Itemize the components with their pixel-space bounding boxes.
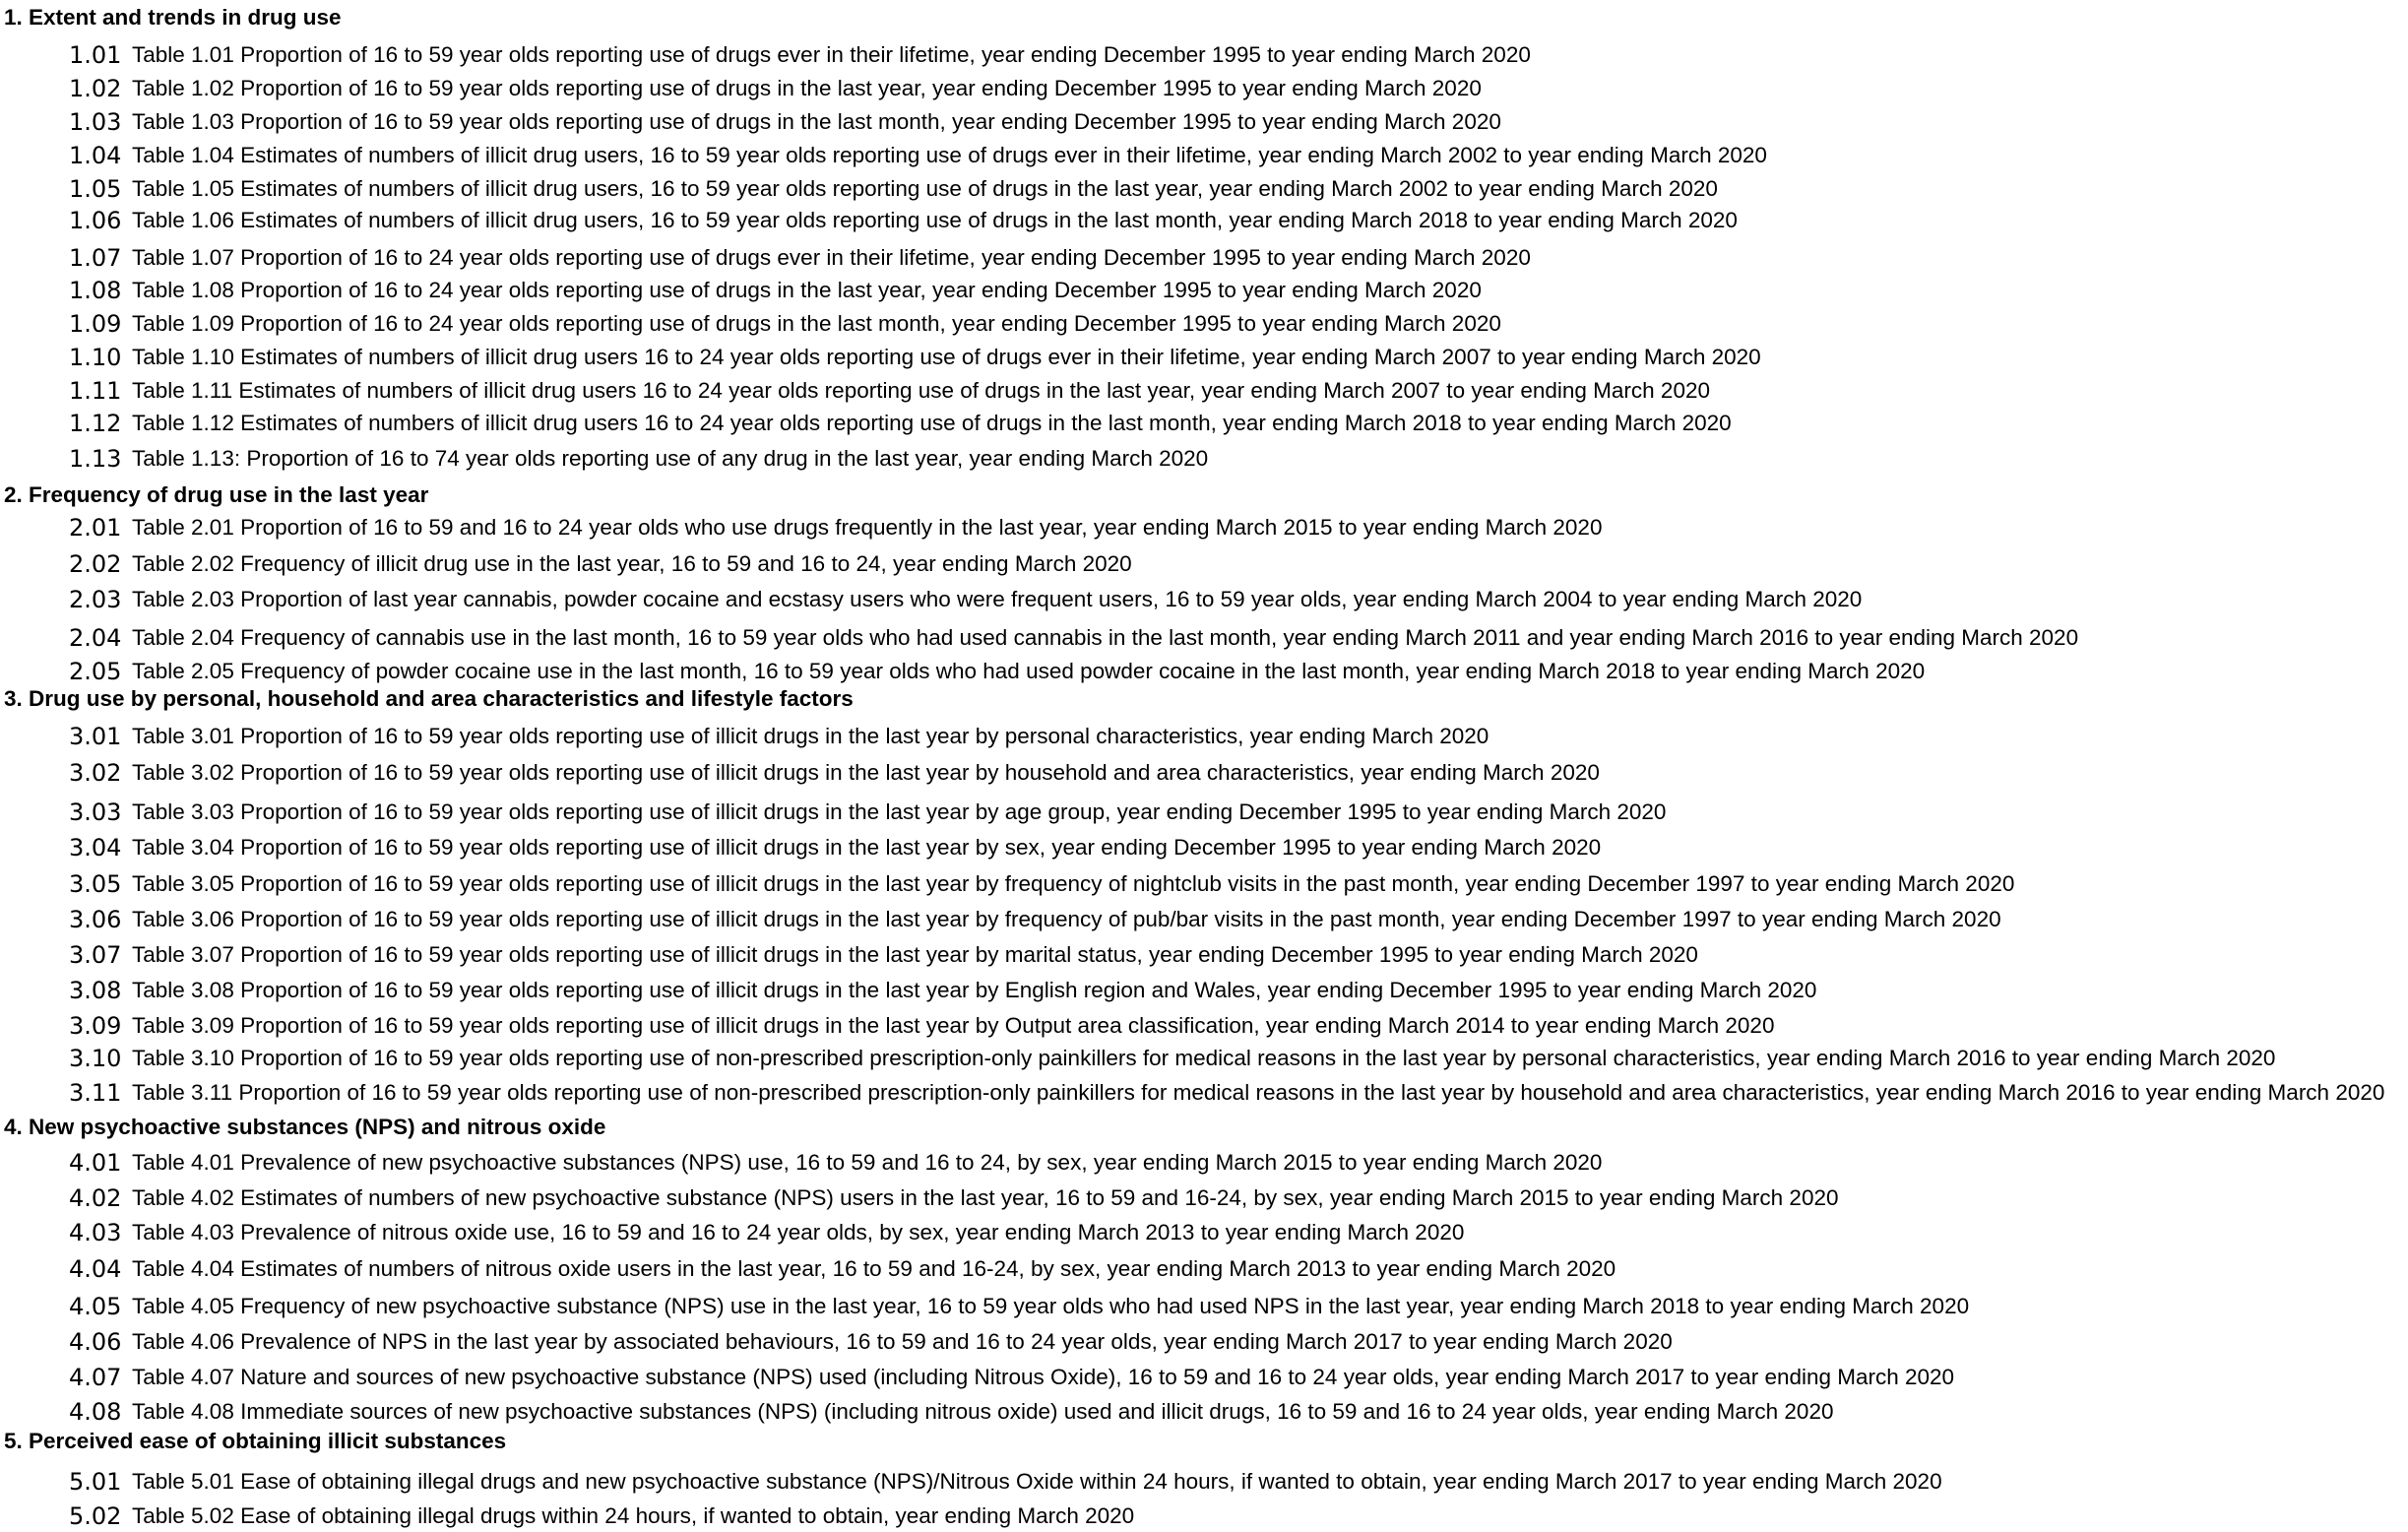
table-number: 3.04 [69, 834, 122, 862]
table-link-1-03[interactable]: Table 1.03 Proportion of 16 to 59 year o… [132, 109, 1501, 135]
table-number: 4.02 [69, 1184, 122, 1212]
table-link-2-05[interactable]: Table 2.05 Frequency of powder cocaine u… [132, 659, 1925, 684]
table-link-1-01[interactable]: Table 1.01 Proportion of 16 to 59 year o… [132, 42, 1531, 68]
table-number: 3.09 [69, 1012, 122, 1040]
table-link-3-10[interactable]: Table 3.10 Proportion of 16 to 59 year o… [132, 1046, 2275, 1071]
table-number: 3.11 [69, 1079, 122, 1107]
table-number: 2.02 [69, 550, 122, 578]
table-number: 3.02 [69, 759, 122, 787]
table-link-1-06[interactable]: Table 1.06 Estimates of numbers of illic… [132, 208, 1738, 233]
table-number: 1.12 [69, 410, 122, 437]
section-heading-4: 4. New psychoactive substances (NPS) and… [4, 1115, 606, 1139]
table-link-2-01[interactable]: Table 2.01 Proportion of 16 to 59 and 16… [132, 515, 1602, 541]
section-heading-2: 2. Frequency of drug use in the last yea… [4, 482, 429, 507]
table-link-2-02[interactable]: Table 2.02 Frequency of illicit drug use… [132, 551, 1132, 577]
table-link-3-11[interactable]: Table 3.11 Proportion of 16 to 59 year o… [132, 1080, 2384, 1106]
table-link-4-05[interactable]: Table 4.05 Frequency of new psychoactive… [132, 1294, 1969, 1319]
table-number: 3.10 [69, 1045, 122, 1072]
table-link-2-04[interactable]: Table 2.04 Frequency of cannabis use in … [132, 625, 2078, 651]
table-number: 3.03 [69, 798, 122, 826]
table-link-1-13[interactable]: Table 1.13: Proportion of 16 to 74 year … [132, 446, 1208, 472]
table-number: 4.04 [69, 1255, 122, 1283]
table-number: 2.04 [69, 624, 122, 652]
table-link-1-09[interactable]: Table 1.09 Proportion of 16 to 24 year o… [132, 311, 1501, 337]
table-number: 5.01 [69, 1468, 122, 1496]
table-number: 2.03 [69, 586, 122, 613]
table-link-3-03[interactable]: Table 3.03 Proportion of 16 to 59 year o… [132, 799, 1666, 825]
contents-sheet: 1. Extent and trends in drug use 1.01 Ta… [0, 0, 2408, 1532]
table-link-2-03[interactable]: Table 2.03 Proportion of last year canna… [132, 587, 1862, 612]
table-link-4-01[interactable]: Table 4.01 Prevalence of new psychoactiv… [132, 1150, 1602, 1176]
table-link-3-07[interactable]: Table 3.07 Proportion of 16 to 59 year o… [132, 942, 1698, 968]
table-number: 1.03 [69, 108, 122, 136]
table-number: 1.06 [69, 207, 122, 234]
table-number: 3.08 [69, 977, 122, 1004]
table-link-3-04[interactable]: Table 3.04 Proportion of 16 to 59 year o… [132, 835, 1601, 861]
table-number: 3.05 [69, 870, 122, 898]
table-number: 4.07 [69, 1364, 122, 1391]
table-link-1-11[interactable]: Table 1.11 Estimates of numbers of illic… [132, 378, 1710, 404]
table-link-3-09[interactable]: Table 3.09 Proportion of 16 to 59 year o… [132, 1013, 1774, 1039]
table-number: 1.07 [69, 244, 122, 272]
table-number: 3.07 [69, 941, 122, 969]
table-link-1-07[interactable]: Table 1.07 Proportion of 16 to 24 year o… [132, 245, 1531, 271]
table-link-1-08[interactable]: Table 1.08 Proportion of 16 to 24 year o… [132, 278, 1482, 303]
table-number: 4.05 [69, 1293, 122, 1320]
table-link-5-01[interactable]: Table 5.01 Ease of obtaining illegal dru… [132, 1469, 1942, 1495]
table-number: 4.06 [69, 1328, 122, 1356]
table-link-5-02[interactable]: Table 5.02 Ease of obtaining illegal dru… [132, 1503, 1134, 1529]
table-number: 1.01 [69, 41, 122, 69]
table-number: 4.01 [69, 1149, 122, 1177]
table-link-3-05[interactable]: Table 3.05 Proportion of 16 to 59 year o… [132, 871, 2014, 897]
table-link-1-10[interactable]: Table 1.10 Estimates of numbers of illic… [132, 345, 1761, 370]
table-link-1-12[interactable]: Table 1.12 Estimates of numbers of illic… [132, 411, 1732, 436]
table-number: 1.08 [69, 277, 122, 304]
table-link-3-01[interactable]: Table 3.01 Proportion of 16 to 59 year o… [132, 724, 1489, 749]
table-number: 2.05 [69, 658, 122, 685]
table-number: 1.02 [69, 75, 122, 102]
table-link-1-02[interactable]: Table 1.02 Proportion of 16 to 59 year o… [132, 76, 1482, 101]
table-number: 1.05 [69, 175, 122, 203]
table-number: 4.03 [69, 1219, 122, 1246]
table-link-4-07[interactable]: Table 4.07 Nature and sources of new psy… [132, 1365, 1954, 1390]
table-number: 3.01 [69, 723, 122, 750]
table-number: 5.02 [69, 1502, 122, 1530]
table-link-4-08[interactable]: Table 4.08 Immediate sources of new psyc… [132, 1399, 1833, 1425]
table-link-3-08[interactable]: Table 3.08 Proportion of 16 to 59 year o… [132, 978, 1816, 1003]
table-number: 1.04 [69, 142, 122, 169]
table-number: 3.06 [69, 906, 122, 933]
section-heading-1: 1. Extent and trends in drug use [4, 5, 342, 30]
table-number: 2.01 [69, 514, 122, 542]
section-heading-3: 3. Drug use by personal, household and a… [4, 686, 854, 711]
table-number: 1.09 [69, 310, 122, 338]
table-link-3-06[interactable]: Table 3.06 Proportion of 16 to 59 year o… [132, 907, 2001, 932]
table-link-4-04[interactable]: Table 4.04 Estimates of numbers of nitro… [132, 1256, 1616, 1282]
table-link-4-02[interactable]: Table 4.02 Estimates of numbers of new p… [132, 1185, 1838, 1211]
table-number: 1.13 [69, 445, 122, 473]
table-number: 1.11 [69, 377, 122, 405]
table-link-3-02[interactable]: Table 3.02 Proportion of 16 to 59 year o… [132, 760, 1600, 786]
table-link-1-04[interactable]: Table 1.04 Estimates of numbers of illic… [132, 143, 1767, 168]
table-link-4-06[interactable]: Table 4.06 Prevalence of NPS in the last… [132, 1329, 1673, 1355]
table-number: 1.10 [69, 344, 122, 371]
table-link-4-03[interactable]: Table 4.03 Prevalence of nitrous oxide u… [132, 1220, 1464, 1245]
table-number: 4.08 [69, 1398, 122, 1426]
section-heading-5: 5. Perceived ease of obtaining illicit s… [4, 1429, 507, 1453]
table-link-1-05[interactable]: Table 1.05 Estimates of numbers of illic… [132, 176, 1718, 202]
